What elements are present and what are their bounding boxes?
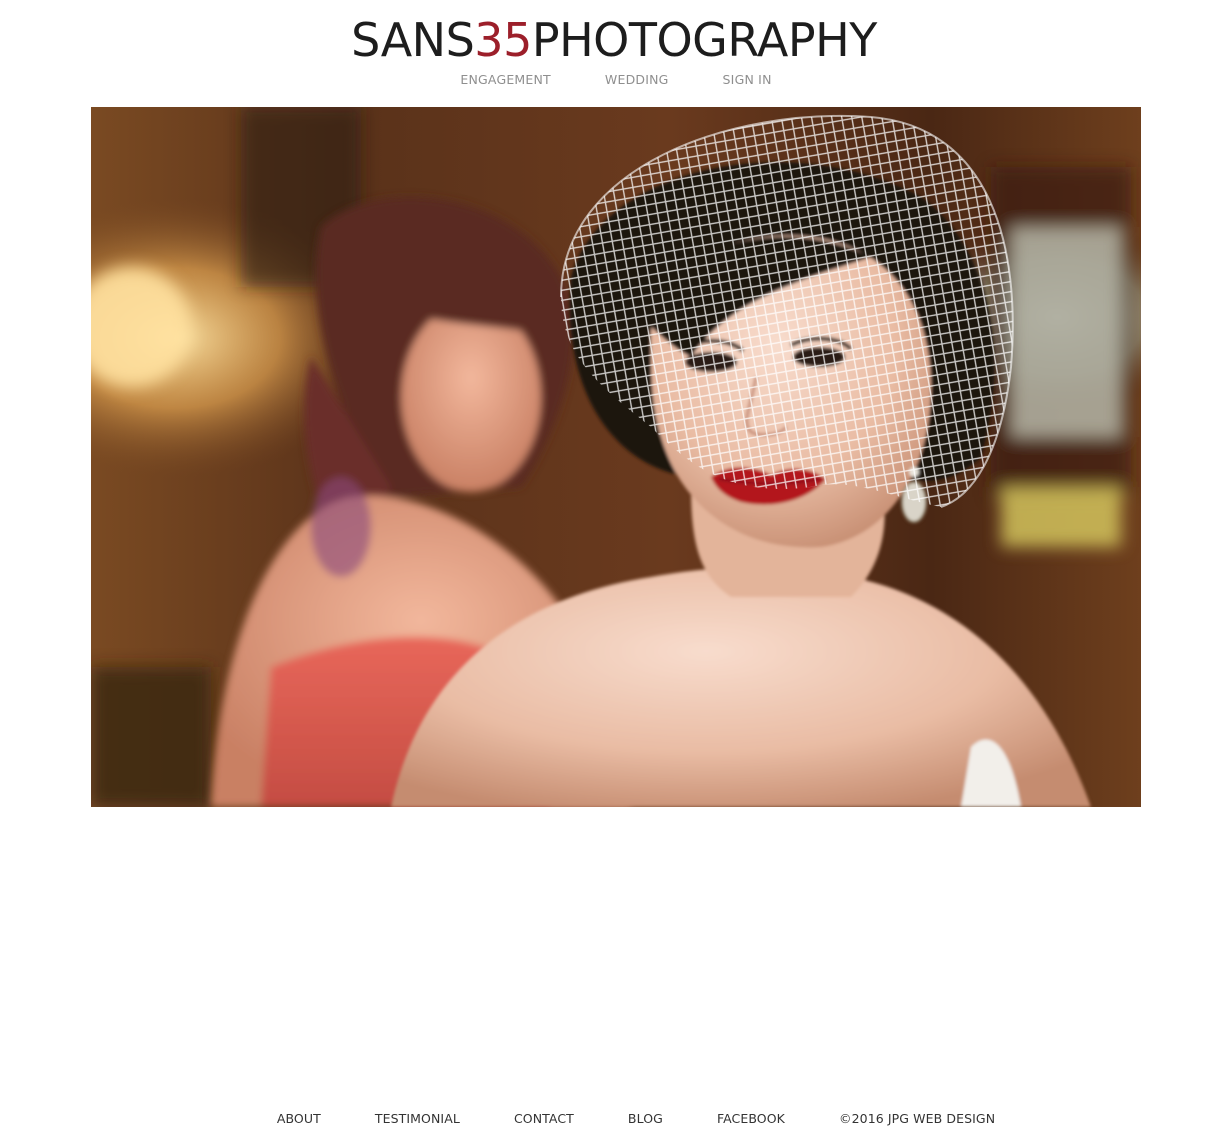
footer-link-facebook[interactable]: FACEBOOK xyxy=(717,1111,785,1129)
logo-text-sans: SANS xyxy=(351,13,475,67)
site-logo[interactable]: SANS35PHOTOGRAPHY xyxy=(0,12,1228,68)
hero-photo-illustration xyxy=(91,107,1141,807)
footer-link-blog[interactable]: BLOG xyxy=(628,1111,663,1129)
footer-link-about[interactable]: ABOUT xyxy=(277,1111,321,1129)
top-navigation: ENGAGEMENT WEDDING SIGN IN xyxy=(0,72,1228,90)
footer-navigation: ABOUT TESTIMONIAL CONTACT BLOG FACEBOOK … xyxy=(0,1111,1228,1129)
nav-link-wedding[interactable]: WEDDING xyxy=(605,72,669,90)
logo-text-35: 35 xyxy=(474,13,532,67)
hero-photo xyxy=(91,107,1141,807)
footer-link-contact[interactable]: CONTACT xyxy=(514,1111,574,1129)
nav-link-engagement[interactable]: ENGAGEMENT xyxy=(460,72,551,90)
footer-link-testimonial[interactable]: TESTIMONIAL xyxy=(375,1111,460,1129)
nav-link-sign-in[interactable]: SIGN IN xyxy=(723,72,772,90)
logo-text-photography: PHOTOGRAPHY xyxy=(531,13,877,67)
footer-copyright: ©2016 JPG WEB DESIGN xyxy=(838,1111,996,1126)
